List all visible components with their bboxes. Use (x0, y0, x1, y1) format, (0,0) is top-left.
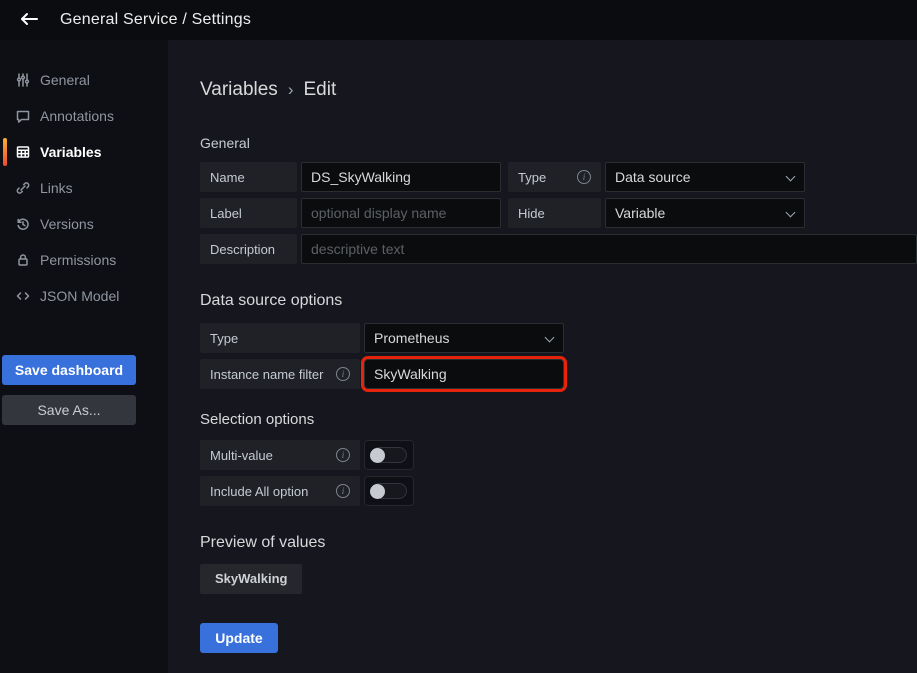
info-icon[interactable] (336, 484, 350, 498)
sidebar-item-label: Variables (40, 144, 102, 160)
datasource-type-select-value: Prometheus (374, 330, 449, 346)
info-icon[interactable] (336, 367, 350, 381)
datasource-type-row: Type Prometheus (200, 323, 917, 353)
update-button[interactable]: Update (200, 623, 278, 653)
include-all-toggle[interactable] (364, 476, 414, 506)
chevron-down-icon (786, 208, 796, 218)
top-bar: General Service / Settings (0, 0, 917, 40)
comment-icon (15, 108, 31, 124)
datasource-type-label-text: Type (210, 331, 238, 346)
breadcrumb: Variables › Edit (200, 78, 917, 102)
sidebar-item-permissions[interactable]: Permissions (0, 242, 168, 278)
info-icon[interactable] (336, 448, 350, 462)
sidebar-item-label: Annotations (40, 108, 114, 124)
sidebar-actions: Save dashboard Save As... (2, 355, 136, 425)
lock-icon (15, 252, 31, 268)
name-type-row: Name Type Data source (200, 162, 917, 192)
sidebar-item-annotations[interactable]: Annotations (0, 98, 168, 134)
link-icon (15, 180, 31, 196)
include-all-label-text: Include All option (210, 484, 308, 499)
back-button[interactable] (16, 7, 42, 33)
sidebar-item-label: JSON Model (40, 288, 119, 304)
preview-values-list: SkyWalking (200, 552, 917, 594)
multi-value-label-text: Multi-value (210, 448, 273, 463)
type-select[interactable]: Data source (605, 162, 805, 192)
datasource-type-label: Type (200, 323, 360, 353)
type-label-text: Type (518, 170, 546, 185)
instance-name-filter-label-text: Instance name filter (210, 367, 323, 382)
label-hide-row: Label Hide Variable (200, 198, 917, 228)
preview-value-chip: SkyWalking (200, 564, 302, 594)
sidebar-item-links[interactable]: Links (0, 170, 168, 206)
sidebar-item-variables[interactable]: Variables (0, 134, 168, 170)
sidebar-item-label: Permissions (40, 252, 116, 268)
breadcrumb-variables-link[interactable]: Variables (200, 79, 278, 101)
include-all-label: Include All option (200, 476, 360, 506)
sidebar-item-versions[interactable]: Versions (0, 206, 168, 242)
info-icon[interactable] (577, 170, 591, 184)
table-icon (15, 144, 31, 160)
sidebar-item-label: Versions (40, 216, 94, 232)
type-select-value: Data source (615, 169, 690, 185)
hide-select-value: Variable (615, 205, 665, 221)
toggle-knob (370, 484, 385, 499)
breadcrumb-separator: › (288, 80, 294, 100)
instance-name-filter-row: Instance name filter (200, 359, 917, 389)
hide-label: Hide (508, 198, 601, 228)
description-row: Description (200, 234, 917, 264)
variable-name-input[interactable] (301, 162, 501, 192)
selection-options-heading: Selection options (200, 411, 917, 428)
save-dashboard-button[interactable]: Save dashboard (2, 355, 136, 385)
code-brackets-icon (15, 288, 31, 304)
hide-label-text: Hide (518, 206, 545, 221)
sliders-icon (15, 72, 31, 88)
general-form: Name Type Data source Label Hide Variabl… (200, 162, 917, 264)
toggle-knob (370, 448, 385, 463)
description-input[interactable] (301, 234, 917, 264)
instance-name-filter-label: Instance name filter (200, 359, 360, 389)
variables-edit-panel: Variables › Edit General Name Type Data … (168, 40, 917, 673)
sidebar-item-json-model[interactable]: JSON Model (0, 278, 168, 314)
datasource-type-select[interactable]: Prometheus (364, 323, 564, 353)
arrow-left-icon (18, 10, 40, 31)
multi-value-toggle[interactable] (364, 440, 414, 470)
name-label: Name (200, 162, 297, 192)
type-label: Type (508, 162, 601, 192)
datasource-options-heading: Data source options (200, 292, 917, 310)
page-title: General Service / Settings (60, 11, 251, 29)
display-label-input[interactable] (301, 198, 501, 228)
multi-value-label: Multi-value (200, 440, 360, 470)
settings-sidebar: General Annotations Variables (0, 40, 168, 673)
preview-of-values-heading: Preview of values (200, 534, 917, 552)
hide-select[interactable]: Variable (605, 198, 805, 228)
breadcrumb-current-page: Edit (303, 79, 336, 101)
history-icon (15, 216, 31, 232)
label-label: Label (200, 198, 297, 228)
description-label: Description (200, 234, 297, 264)
sidebar-item-general[interactable]: General (0, 62, 168, 98)
include-all-row: Include All option (200, 476, 917, 506)
chevron-down-icon (545, 333, 555, 343)
sidebar-item-label: General (40, 72, 90, 88)
save-as-button[interactable]: Save As... (2, 395, 136, 425)
multi-value-row: Multi-value (200, 440, 917, 470)
instance-name-filter-input[interactable] (364, 359, 564, 389)
general-section-heading: General (200, 135, 917, 151)
sidebar-item-label: Links (40, 180, 73, 196)
chevron-down-icon (786, 172, 796, 182)
